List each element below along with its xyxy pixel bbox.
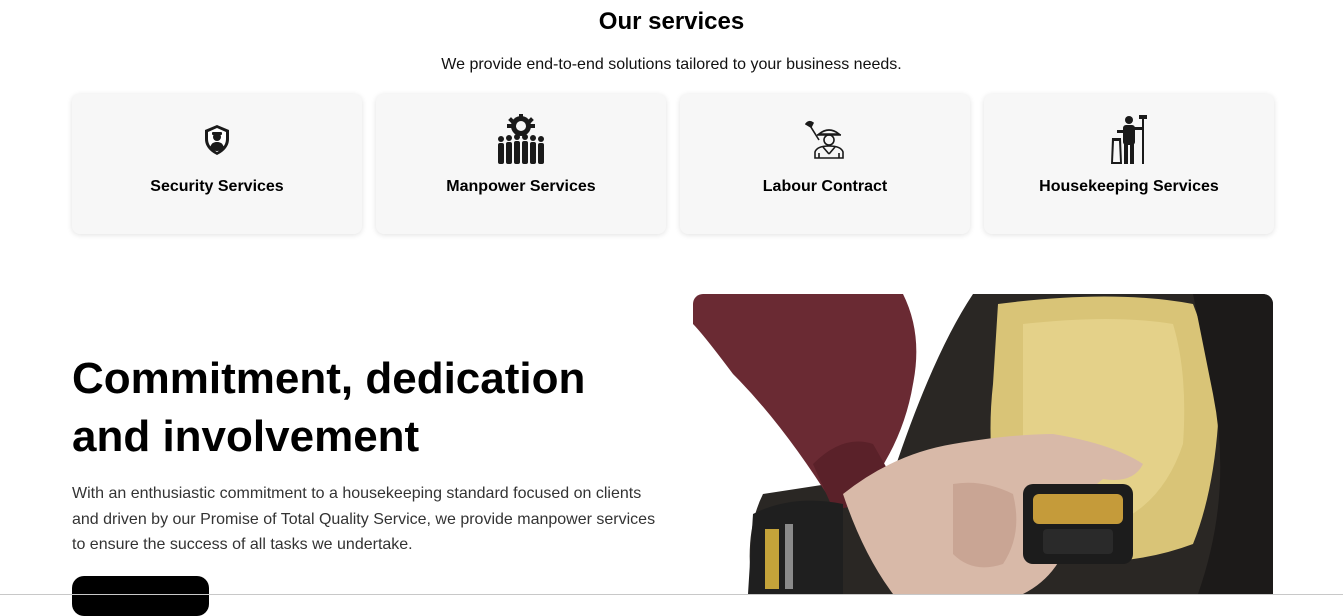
workforce-gear-icon — [495, 114, 547, 166]
commitment-heading: Commitment, dedication and involvement — [72, 354, 586, 461]
service-card-label: Manpower Services — [446, 178, 596, 195]
services-title: Our services — [598, 8, 745, 35]
service-card-label: Labour Contract — [762, 178, 888, 195]
service-card-housekeeping[interactable]: Housekeeping Services — [984, 94, 1274, 234]
construction-worker-icon — [805, 114, 845, 166]
worker-tool-belt-photo — [693, 294, 1273, 594]
service-card-label: Security Services — [150, 178, 284, 195]
services-cards: Security Services Manpower Services Labo… — [72, 94, 1274, 234]
service-card-manpower[interactable]: Manpower Services — [376, 94, 666, 234]
cleaner-mop-icon — [1109, 114, 1149, 166]
security-guard-shield-icon — [203, 114, 231, 166]
service-card-labour[interactable]: Labour Contract — [680, 94, 970, 234]
services-subtitle: We provide end-to-end solutions tailored… — [441, 56, 902, 73]
service-card-label: Housekeeping Services — [1039, 178, 1219, 195]
service-card-security[interactable]: Security Services — [72, 94, 362, 234]
commitment-text: With an enthusiastic commitment to a hou… — [72, 485, 656, 553]
learn-more-button[interactable] — [72, 576, 209, 616]
